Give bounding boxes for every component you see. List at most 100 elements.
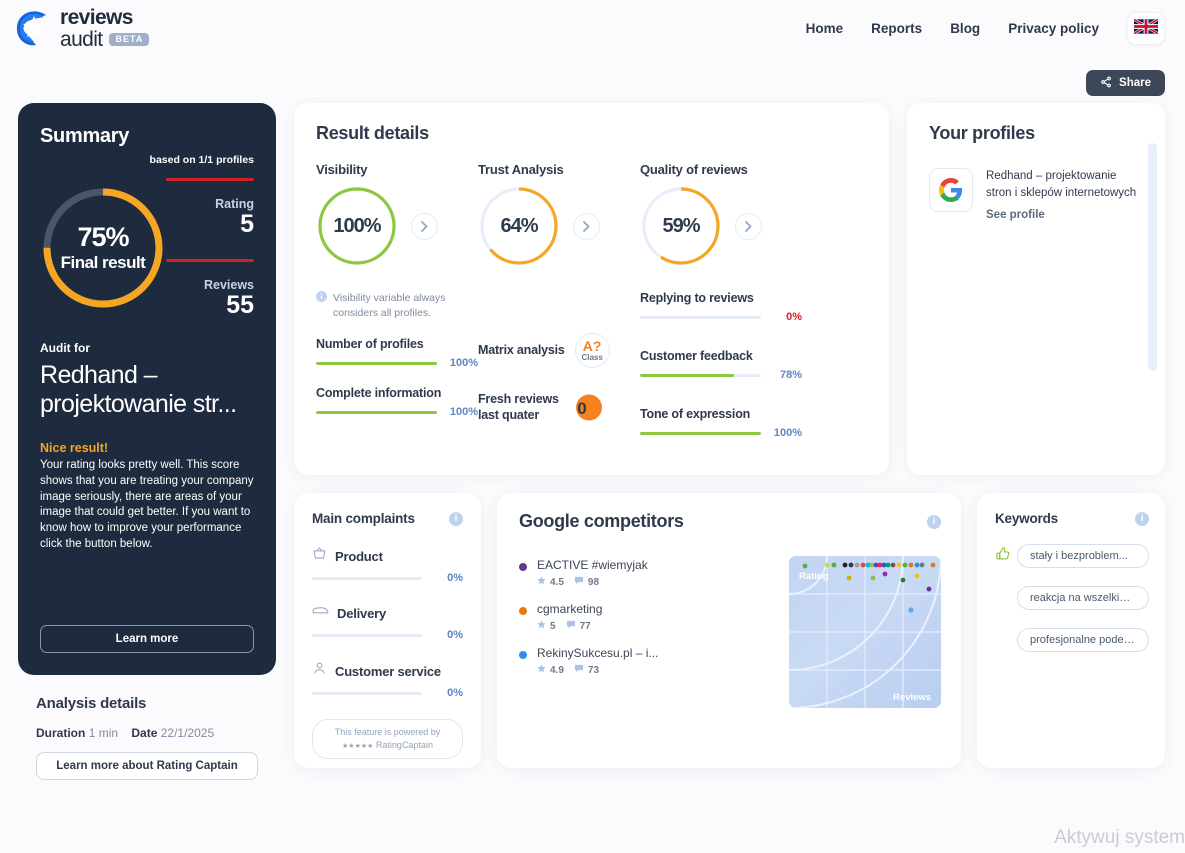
bar-label: Tone of expression [640,407,751,421]
logo-text-audit: audit [60,28,103,51]
your-profiles-title: Your profiles [929,123,1035,143]
see-profile-link[interactable]: See profile [986,209,1045,221]
competitor-item[interactable]: EACTIVE #wiemyjak 4.5 98 [519,558,789,588]
powered-by-badge: This feature is powered by ★★★★★ RatingC… [312,719,463,760]
metrics-row: Visibility 100% Trust Analysis 64% Quali… [316,162,867,267]
your-profiles-card: Your profiles Redhand – projektowanie st… [907,103,1165,475]
competitor-rating: 4.9 [537,664,564,676]
info-icon[interactable]: i [449,511,463,526]
bar-track [640,373,761,377]
verdict-title: Nice result! [40,441,109,455]
bar-label: Customer feedback [640,349,753,363]
date-label: Date [131,726,158,740]
star-icon [537,576,546,588]
keywords-card: Keywords i stały i bezproblem... reakcja… [977,493,1165,768]
metric-trust-analysis: Trust Analysis 64% [478,162,640,267]
svg-text:0: 0 [577,399,586,418]
bar-track [316,361,437,365]
powered-by-text: This feature is powered by [334,727,441,737]
share-button[interactable]: Share [1086,70,1165,96]
stat-label-reviews: Reviews [203,278,254,293]
info-icon[interactable]: i [927,514,941,529]
bottom-row: Main complaints i Product 0% Delivery 0%… [294,493,1165,768]
bar-customer-feedback: Customer feedback 78% [640,349,802,381]
thumbs-up-icon [995,546,1011,567]
competitor-rating-value: 4.9 [550,664,564,676]
competitor-rating-value: 4.5 [550,576,564,588]
site-header: reviews audit BETA Home Reports Blog Pri… [0,0,1185,57]
competitor-reviews-value: 98 [587,576,600,588]
competitor-name: RekinySukcesu.pl – i... [537,646,659,660]
visibility-details-button[interactable] [411,212,438,240]
analysis-meta: Duration 1 min Date 22/1/2025 [36,726,274,740]
metric-title: Quality of reviews [640,162,748,177]
matrix-analysis-label: Matrix analysis [478,342,565,357]
audit-company-name: Redhand – projektowanie str... [40,360,237,418]
trust-analysis-details-button[interactable] [573,212,600,240]
result-details-card: Result details Visibility 100% Trust Ana… [294,103,889,475]
main-complaints-title: Main complaints [312,511,415,526]
nav-item-privacy-policy[interactable]: Privacy policy [1008,21,1099,36]
profile-list-item: Redhand – projektowanie stron i sklepów … [929,168,1145,223]
language-selector-button[interactable] [1127,12,1165,45]
keyword-chip[interactable]: profesjonalne podejśc... [1017,628,1149,652]
competitor-item[interactable]: cgmarketing 5 77 [519,602,789,632]
competitor-list: EACTIVE #wiemyjak 4.5 98 cgmarketing 5 7… [519,556,789,708]
class-caption: Class [581,352,603,362]
competitor-rating-value: 5 [550,620,556,632]
bar-track [316,410,437,414]
nav-item-blog[interactable]: Blog [950,21,980,36]
result-row: Result details Visibility 100% Trust Ana… [294,103,1165,475]
main-content: Summary based on 1/1 profiles 75% Final … [0,96,1185,780]
learn-more-rating-captain-button[interactable]: Learn more about Rating Captain [36,752,258,780]
final-result-donut: 75% Final result [40,185,166,311]
competitor-reviews: 77 [566,620,591,632]
bar-label: Replying to reviews [640,291,754,305]
keyword-chip[interactable]: reakcja na wszelkie pr... [1017,586,1149,610]
nav-item-home[interactable]: Home [806,21,844,36]
audit-for-label: Audit for [40,340,90,355]
bar-value: 100% [449,406,478,419]
logo[interactable]: reviews audit BETA [14,7,150,51]
bar-complete-information: Complete information 100% [316,386,478,418]
bar-value: 0% [786,311,802,323]
info-icon[interactable]: i [1135,511,1149,526]
complaint-customer-service: Customer service 0% [312,661,463,699]
complaint-delivery: Delivery 0% [312,604,463,641]
keyword-row: stały i bezproblem... [995,544,1149,568]
duration-label: Duration [36,726,86,740]
google-competitors-card: Google competitors i EACTIVE #wiemyjak 4… [497,493,961,768]
bar-value: 78% [779,369,802,381]
quality-of-reviews-details-button[interactable] [735,212,762,240]
competitor-item[interactable]: RekinySukcesu.pl – i... 4.9 73 [519,646,789,676]
complaint-product: Product 0% [312,546,463,584]
uk-flag-icon [1133,17,1159,39]
nav-item-reports[interactable]: Reports [871,21,922,36]
powered-by-brand: RatingCaptain [375,740,433,751]
bar-label: Complete information [316,386,442,401]
bar-track [312,633,422,637]
info-icon [316,291,327,320]
bar-track [640,315,761,319]
complaint-value: 0% [447,687,463,699]
complaint-label: Customer service [335,663,441,679]
summary-based-on: based on 1/1 profiles [149,154,254,166]
fresh-reviews-item: Fresh reviews last quater 0 [478,392,640,423]
summary-score-row: 75% Final result Rating 5 Reviews 55 [40,178,254,319]
learn-more-button[interactable]: Learn more [40,625,254,653]
keyword-chip[interactable]: stały i bezproblem... [1017,544,1149,568]
lower-metrics-row: Visibility variable always considers all… [316,291,867,447]
duration-value: 1 min [88,726,119,740]
fresh-reviews-label: Fresh reviews last quater [478,392,559,422]
truck-icon [312,604,329,623]
stat-value-reviews: 55 [226,291,254,320]
final-result-percent: 75% [77,221,129,252]
competitor-color-dot [519,563,527,571]
metric-title: Visibility [316,162,368,177]
quality-breakdown: Replying to reviews 0% Customer feedback… [640,291,802,447]
profiles-scrollbar[interactable] [1148,143,1157,371]
competitor-color-dot [519,651,527,659]
windows-activation-watermark: Aktywuj system [1054,827,1185,848]
bar-value: 100% [449,357,478,370]
bar-value: 100% [773,427,802,439]
